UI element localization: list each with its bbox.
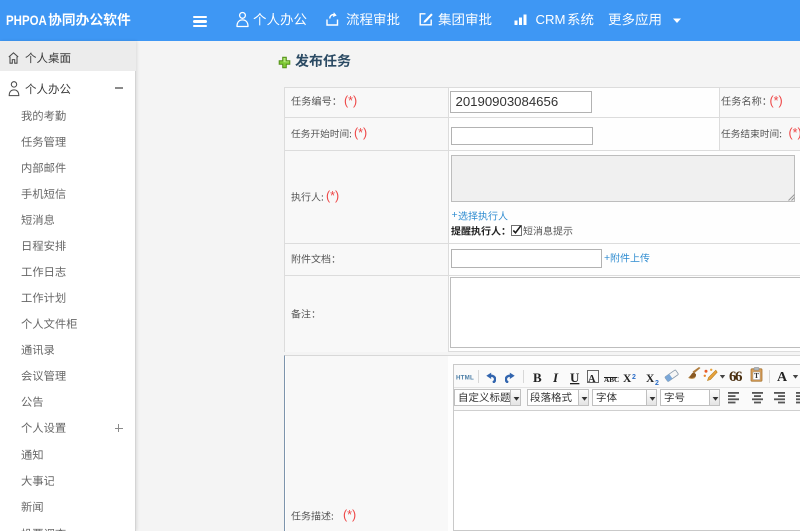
svg-text:I: I: [553, 370, 559, 385]
svg-text:X: X: [646, 373, 655, 385]
svg-text:U: U: [570, 370, 580, 385]
svg-text:2: 2: [655, 380, 659, 387]
svg-text:A: A: [777, 370, 788, 385]
svg-text:X: X: [623, 373, 632, 385]
svg-text:HTML: HTML: [456, 375, 474, 382]
svg-text:B: B: [533, 370, 542, 385]
svg-text:A: A: [588, 374, 596, 385]
svg-text:66: 66: [729, 369, 743, 384]
svg-text:T: T: [754, 371, 759, 380]
svg-text:2: 2: [632, 374, 636, 381]
